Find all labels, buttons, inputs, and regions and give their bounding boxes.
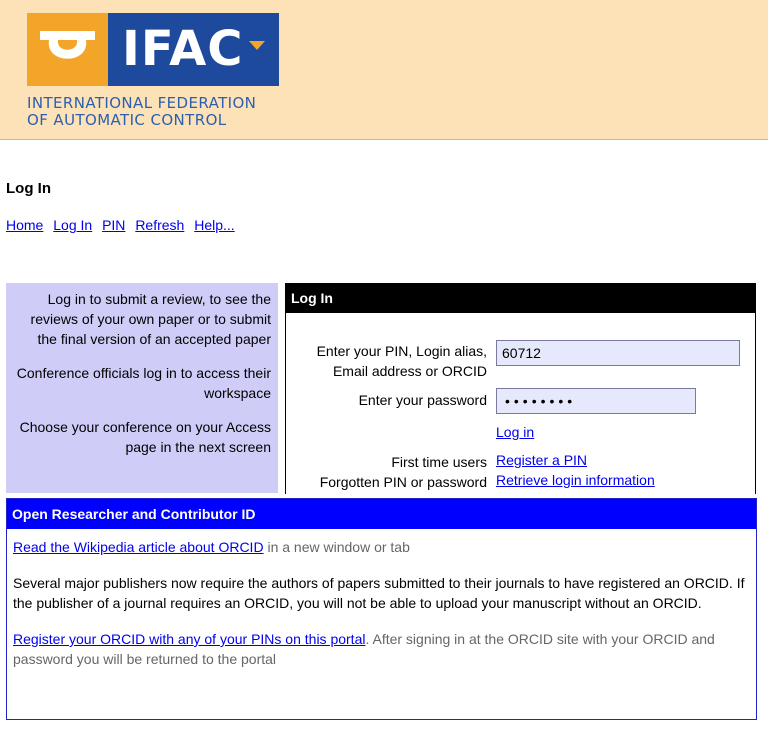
orcid-wiki-paragraph: Read the Wikipedia article about ORCID i… (13, 537, 750, 557)
info-paragraph-review: Log in to submit a review, to see the re… (30, 291, 271, 347)
nav-home-link[interactable]: Home (6, 217, 43, 233)
orcid-wiki-suffix: in a new window or tab (263, 539, 410, 555)
pin-label-line1: Enter your PIN, Login alias, (316, 343, 487, 359)
pin-label: Enter your PIN, Login alias, Email addre… (317, 341, 487, 381)
orcid-requirement-paragraph: Several major publishers now require the… (13, 575, 745, 611)
ifac-logo[interactable]: IFAC (27, 13, 279, 86)
orcid-register-link[interactable]: Register your ORCID with any of your PIN… (13, 631, 365, 647)
login-link[interactable]: Log in (496, 424, 534, 440)
ifac-emblem-icon (27, 13, 108, 86)
orcid-section: Open Researcher and Contributor ID Read … (6, 498, 757, 720)
register-pin-link[interactable]: Register a PIN (496, 452, 587, 468)
org-name-line2: OF AUTOMATIC CONTROL (27, 111, 227, 129)
org-name-line1: INTERNATIONAL FEDERATION (27, 94, 257, 112)
orcid-header: Open Researcher and Contributor ID (7, 499, 756, 529)
orcid-body: Read the Wikipedia article about ORCID i… (7, 529, 756, 669)
orcid-register-paragraph: Register your ORCID with any of your PIN… (13, 629, 750, 669)
orcid-wikipedia-link[interactable]: Read the Wikipedia article about ORCID (13, 539, 264, 555)
pin-label-line2: Email address or ORCID (332, 363, 487, 379)
nav-help-link[interactable]: Help... (194, 217, 234, 233)
first-time-label: First time users (391, 454, 487, 470)
nav-links: Home Log In PIN Refresh Help... (6, 217, 241, 233)
logo-wordmark: IFAC (108, 13, 279, 86)
nav-refresh-link[interactable]: Refresh (135, 217, 184, 233)
password-label: Enter your password (358, 392, 487, 408)
info-paragraph-conference: Choose your conference on your Access pa… (19, 419, 271, 455)
forgotten-label: Forgotten PIN or password (319, 474, 487, 490)
logo-arrow-icon (249, 41, 265, 50)
retrieve-login-link[interactable]: Retrieve login information (496, 472, 655, 488)
pin-input[interactable]: 60712 (496, 340, 740, 366)
login-form: Log In Enter your PIN, Login alias, Emai… (285, 283, 756, 494)
login-form-header: Log In (286, 283, 755, 313)
nav-login-link[interactable]: Log In (53, 217, 92, 233)
organization-name: INTERNATIONAL FEDERATION OF AUTOMATIC CO… (27, 95, 256, 129)
login-info-panel: Log in to submit a review, to see the re… (6, 283, 278, 493)
info-paragraph-officials: Conference officials log in to access th… (16, 365, 271, 401)
nav-pin-link[interactable]: PIN (102, 217, 125, 233)
site-header: IFAC INTERNATIONAL FEDERATION OF AUTOMAT… (0, 0, 768, 140)
page-title: Log In (6, 180, 51, 197)
password-input[interactable]: •••••••• (496, 388, 696, 414)
logo-text: IFAC (122, 21, 244, 77)
